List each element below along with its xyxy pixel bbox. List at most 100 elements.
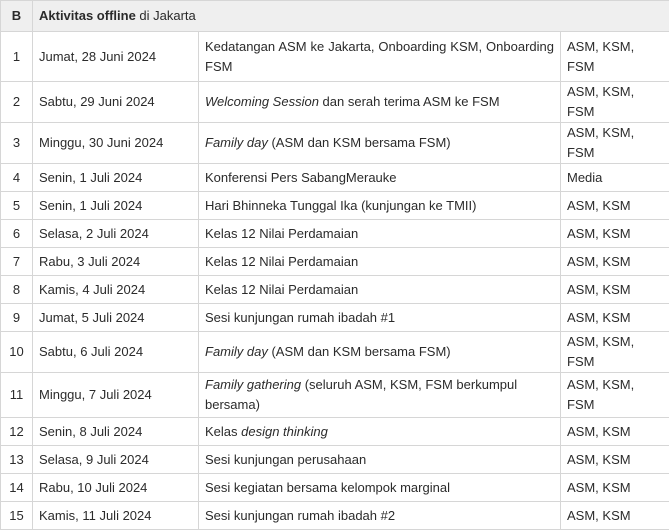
row-description: Kelas 12 Nilai Perdamaian [199,276,561,304]
row-number: 11 [1,373,33,418]
table-row: 12Senin, 8 Juli 2024Kelas design thinkin… [1,418,669,446]
description-em: Family day [205,135,268,150]
description-pre: Sesi kunjungan rumah ibadah #1 [205,310,395,325]
row-number: 2 [1,82,33,123]
description-pre: Kelas 12 Nilai Perdamaian [205,282,358,297]
section-title: Aktivitas offline di Jakarta [33,1,669,32]
table-row: 13Selasa, 9 Juli 2024 Sesi kunjungan peru… [1,446,669,474]
row-date: Sabtu, 29 Juni 2024 [33,82,199,123]
row-participants: ASM, KSM [561,248,669,276]
description-post: (ASM dan KSM bersama FSM) [268,135,451,150]
row-number: 7 [1,248,33,276]
row-description: Sesi kunjungan rumah ibadah #2 [199,502,561,530]
row-participants: ASM, KSM, FSM [561,82,669,123]
row-description: Kelas 12 Nilai Perdamaian [199,220,561,248]
row-participants: ASM, KSM [561,220,669,248]
row-number: 5 [1,192,33,220]
row-number: 14 [1,474,33,502]
row-participants: ASM, KSM [561,474,669,502]
description-em: Welcoming Session [205,94,319,109]
activity-table: B Aktivitas offline di Jakarta 1Jumat, 2… [0,0,669,530]
row-description: Kedatangan ASM ke Jakarta, Onboarding KS… [199,32,561,82]
table-row: 14Rabu, 10 Juli 2024 Sesi kegiatan bersam… [1,474,669,502]
row-participants: ASM, KSM [561,304,669,332]
table-row: 15Kamis, 11 Juli 2024 Sesi kunjungan ruma… [1,502,669,530]
row-date: Rabu, 10 Juli 2024 [33,474,199,502]
row-number: 1 [1,32,33,82]
row-date: Minggu, 30 Juni 2024 [33,123,199,164]
description-em: design thinking [241,424,328,439]
row-date: Senin, 1 Juli 2024 [33,164,199,192]
table-row: 1Jumat, 28 Juni 2024Kedatangan ASM ke Ja… [1,32,669,82]
row-date: Jumat, 28 Juni 2024 [33,32,199,82]
table-row: 6Selasa, 2 Juli 2024 Kelas 12 Nilai Perda… [1,220,669,248]
row-description: Hari Bhinneka Tunggal Ika (kunjungan ke … [199,192,561,220]
row-description: Family gathering (seluruh ASM, KSM, FSM … [199,373,561,418]
row-description: Family day (ASM dan KSM bersama FSM) [199,123,561,164]
table-row: 8Kamis, 4 Juli 2024 Kelas 12 Nilai Perdam… [1,276,669,304]
row-description: Sesi kunjungan rumah ibadah #1 [199,304,561,332]
row-number: 9 [1,304,33,332]
description-pre: Hari Bhinneka Tunggal Ika (kunjungan ke … [205,198,476,213]
table-row: 4Senin, 1 Juli 2024 Konferensi Pers Saban… [1,164,669,192]
row-date: Kamis, 4 Juli 2024 [33,276,199,304]
row-description: Kelas 12 Nilai Perdamaian [199,248,561,276]
section-title-rest: di Jakarta [136,8,196,23]
row-description: Welcoming Session dan serah terima ASM k… [199,82,561,123]
row-participants: Media [561,164,669,192]
row-number: 12 [1,418,33,446]
row-participants: ASM, KSM, FSM [561,373,669,418]
row-date: Jumat, 5 Juli 2024 [33,304,199,332]
row-number: 15 [1,502,33,530]
row-participants: ASM, KSM [561,502,669,530]
section-letter: B [1,1,33,32]
row-number: 4 [1,164,33,192]
row-description: Konferensi Pers SabangMerauke [199,164,561,192]
description-em: Family gathering [205,377,301,392]
row-participants: ASM, KSM [561,418,669,446]
table-row: 10Sabtu, 6 Juli 2024Family day (ASM dan … [1,332,669,373]
description-pre: Sesi kegiatan bersama kelompok marginal [205,480,450,495]
row-number: 10 [1,332,33,373]
row-participants: ASM, KSM, FSM [561,332,669,373]
description-pre: Sesi kunjungan perusahaan [205,452,366,467]
description-pre: Konferensi Pers SabangMerauke [205,170,397,185]
description-post: dan serah terima ASM ke FSM [319,94,500,109]
section-title-bold: Aktivitas offline [39,8,136,23]
table-row: 5Senin, 1 Juli 2024 Hari Bhinneka Tunggal… [1,192,669,220]
row-number: 3 [1,123,33,164]
row-number: 8 [1,276,33,304]
row-date: Rabu, 3 Juli 2024 [33,248,199,276]
description-pre: Kelas 12 Nilai Perdamaian [205,226,358,241]
description-pre: Kelas [205,424,241,439]
row-description: Sesi kegiatan bersama kelompok marginal [199,474,561,502]
row-description: Family day (ASM dan KSM bersama FSM) [199,332,561,373]
row-number: 13 [1,446,33,474]
table-header-row: B Aktivitas offline di Jakarta [1,1,669,32]
row-participants: ASM, KSM [561,446,669,474]
row-description: Sesi kunjungan perusahaan [199,446,561,474]
row-date: Senin, 1 Juli 2024 [33,192,199,220]
row-date: Senin, 8 Juli 2024 [33,418,199,446]
description-pre: Kedatangan ASM ke Jakarta, Onboarding KS… [205,39,554,74]
description-pre: Kelas 12 Nilai Perdamaian [205,254,358,269]
row-participants: ASM, KSM [561,192,669,220]
row-date: Minggu, 7 Juli 2024 [33,373,199,418]
row-date: Selasa, 2 Juli 2024 [33,220,199,248]
description-pre: Sesi kunjungan rumah ibadah #2 [205,508,395,523]
row-description: Kelas design thinking [199,418,561,446]
row-date: Kamis, 11 Juli 2024 [33,502,199,530]
description-em: Family day [205,344,268,359]
row-participants: ASM, KSM, FSM [561,123,669,164]
table-row: 7Rabu, 3 Juli 2024 Kelas 12 Nilai Perdama… [1,248,669,276]
row-participants: ASM, KSM, FSM [561,32,669,82]
table-row: 9Jumat, 5 Juli 2024 Sesi kunjungan rumah … [1,304,669,332]
table-row: 3Minggu, 30 Juni 2024Family day (ASM dan… [1,123,669,164]
description-post: (ASM dan KSM bersama FSM) [268,344,451,359]
row-date: Selasa, 9 Juli 2024 [33,446,199,474]
table-row: 11Minggu, 7 Juli 2024Family gathering (s… [1,373,669,418]
row-number: 6 [1,220,33,248]
row-date: Sabtu, 6 Juli 2024 [33,332,199,373]
row-participants: ASM, KSM [561,276,669,304]
table-row: 2Sabtu, 29 Juni 2024Welcoming Session da… [1,82,669,123]
